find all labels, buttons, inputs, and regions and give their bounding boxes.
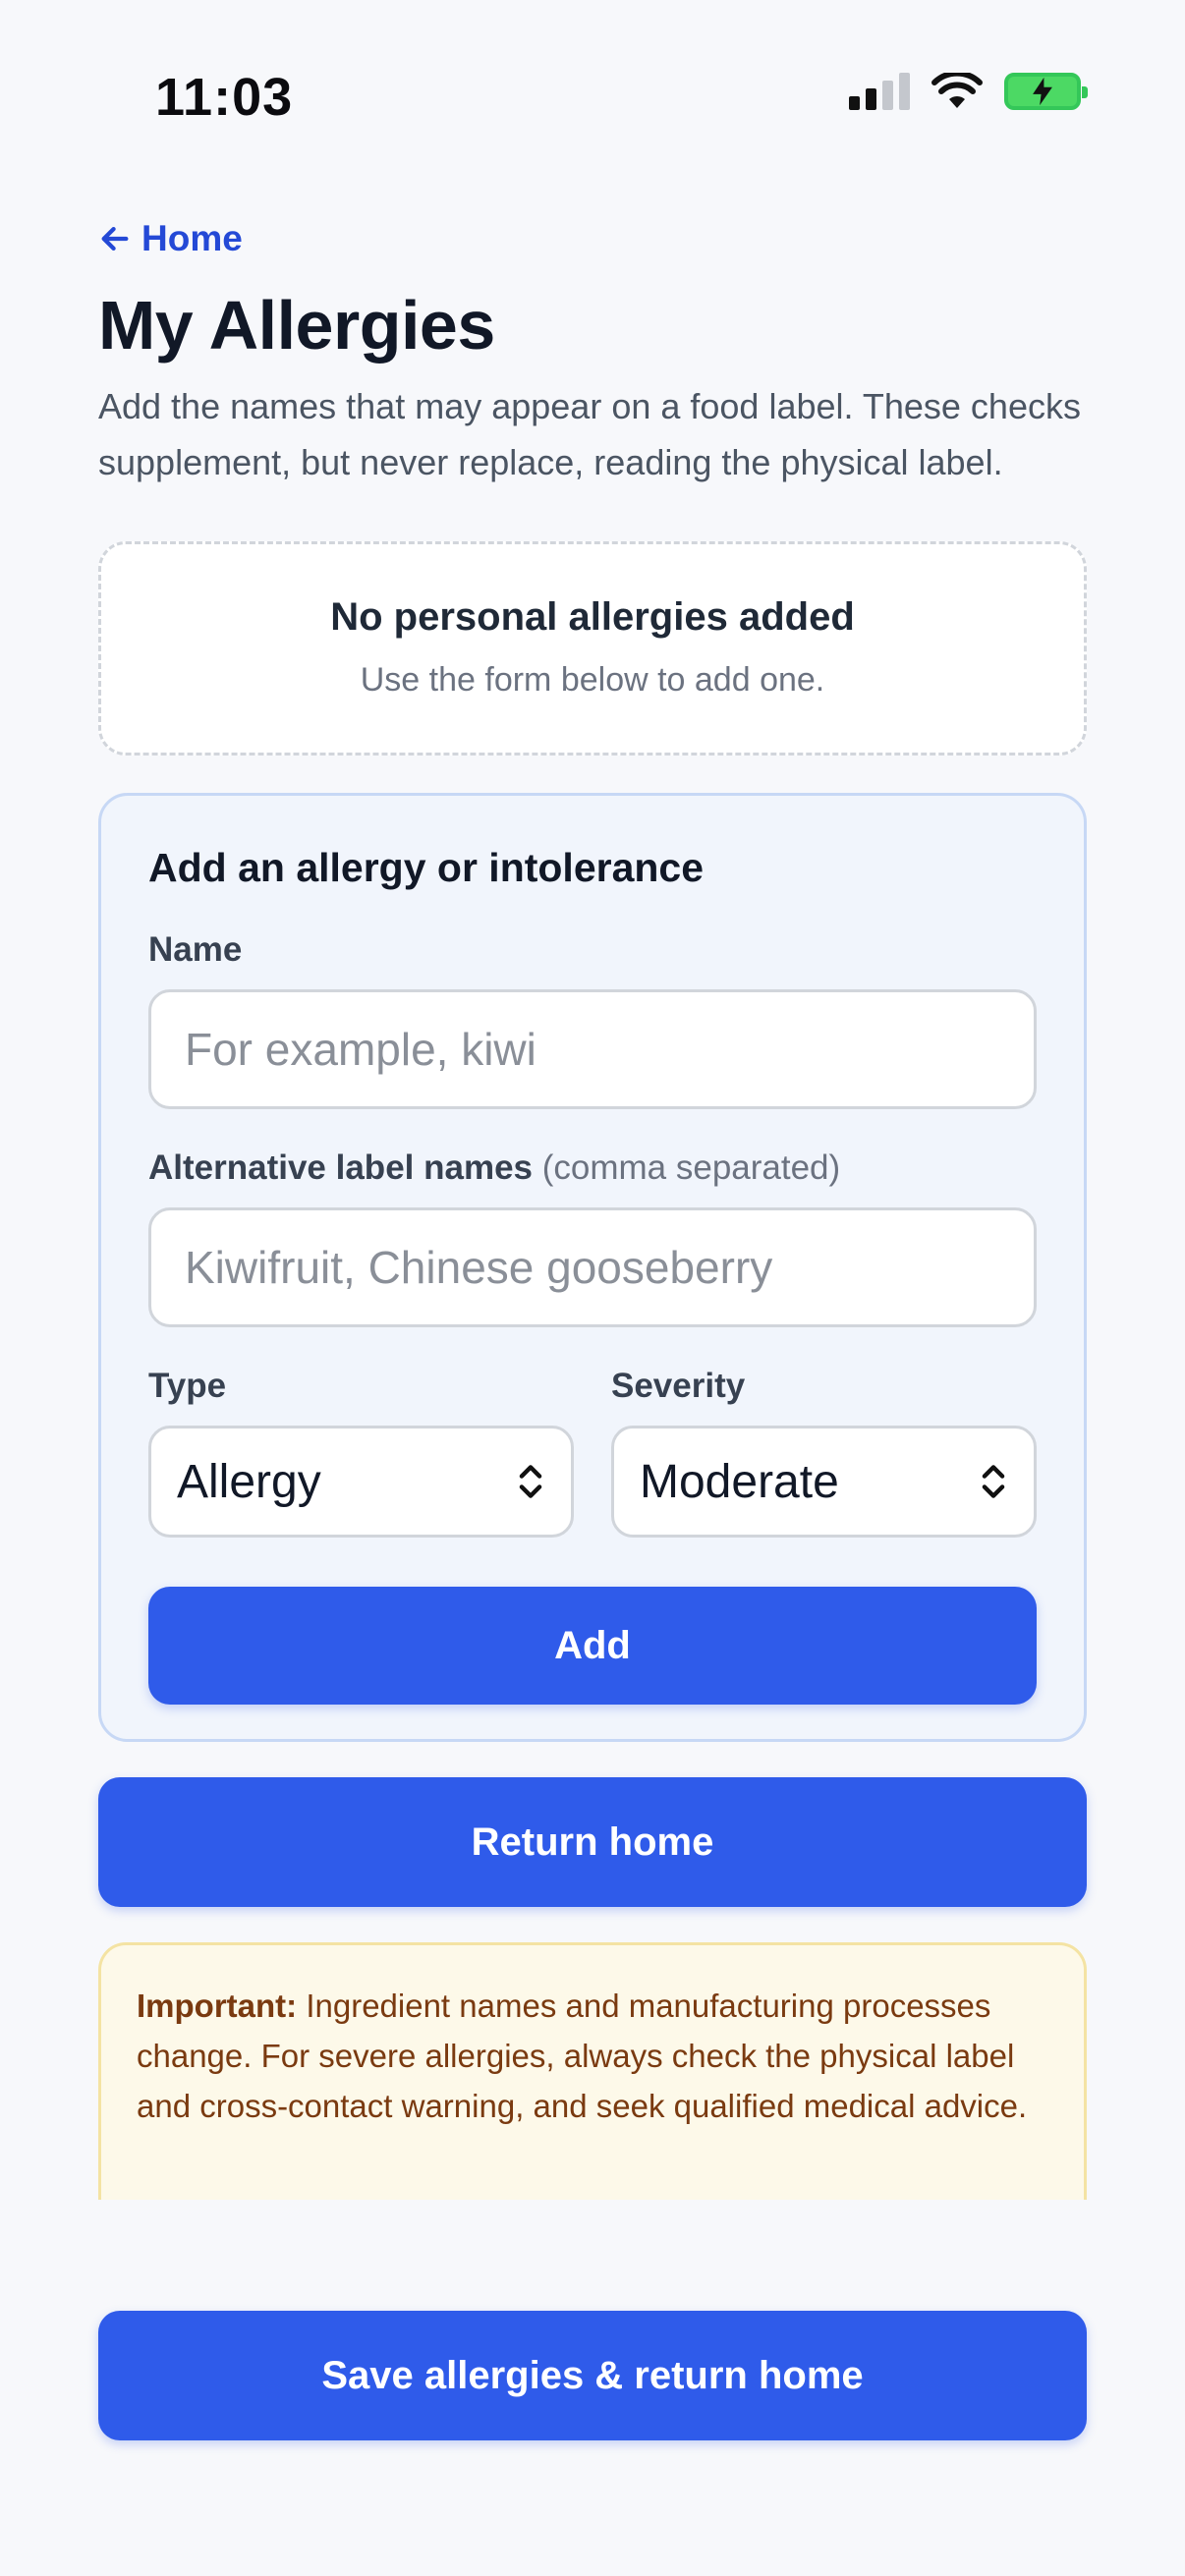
- page-title: My Allergies: [98, 287, 495, 364]
- chevron-up-down-icon: [519, 1465, 542, 1498]
- important-notice: Important: Ingredient names and manufact…: [98, 1942, 1087, 2200]
- severity-select-value: Moderate: [640, 1455, 839, 1508]
- name-input[interactable]: [148, 989, 1037, 1109]
- type-select[interactable]: Allergy: [148, 1426, 574, 1538]
- chevron-up-down-icon: [982, 1465, 1005, 1498]
- page-intro: Add the names that may appear on a food …: [98, 386, 1081, 482]
- alt-names-label: Alternative label names (comma separated…: [148, 1148, 841, 1187]
- empty-state-card: No personal allergies added Use the form…: [98, 541, 1087, 756]
- add-allergy-form: Add an allergy or intolerance Name Alter…: [98, 793, 1087, 1742]
- empty-state-subtitle: Use the form below to add one.: [360, 661, 825, 699]
- empty-state-title: No personal allergies added: [330, 595, 855, 639]
- battery-charging-icon: [1004, 73, 1088, 110]
- add-button[interactable]: Add: [148, 1587, 1037, 1705]
- page-content: Home My Allergies Add the names that may…: [98, 218, 1087, 2200]
- notice-label: Important:: [137, 1988, 298, 2024]
- status-icons: [849, 73, 1088, 110]
- back-home-label: Home: [141, 218, 243, 258]
- back-home-link[interactable]: Home: [98, 218, 243, 259]
- name-label: Name: [148, 930, 243, 969]
- alt-names-hint: (comma separated): [541, 1148, 841, 1187]
- form-title: Add an allergy or intolerance: [148, 845, 705, 890]
- status-time: 11:03: [155, 68, 294, 127]
- alt-names-input[interactable]: [148, 1207, 1037, 1327]
- type-select-value: Allergy: [177, 1455, 321, 1508]
- severity-label: Severity: [611, 1367, 746, 1405]
- wifi-icon: [931, 73, 983, 108]
- type-label: Type: [148, 1367, 227, 1405]
- return-home-button[interactable]: Return home: [98, 1777, 1087, 1907]
- cellular-signal-icon: [849, 73, 910, 110]
- status-bar: 11:03: [0, 0, 1185, 187]
- arrow-left-icon: [101, 226, 129, 252]
- severity-select[interactable]: Moderate: [611, 1426, 1037, 1538]
- save-and-return-button[interactable]: Save allergies & return home: [98, 2311, 1087, 2440]
